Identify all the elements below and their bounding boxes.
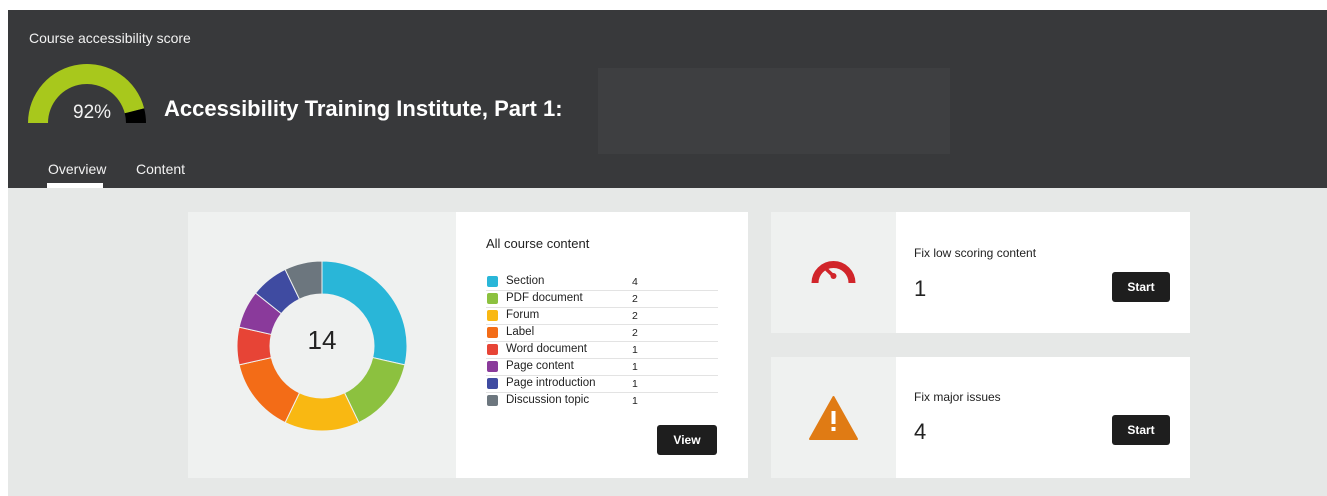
tab-content[interactable]: Content — [136, 161, 185, 177]
legend-name: PDF document — [506, 292, 583, 304]
header: Course accessibility score 92% Accessibi… — [8, 10, 1327, 188]
legend-name: Word document — [506, 343, 587, 355]
legend-swatch — [487, 344, 498, 355]
major-issues-card: Fix major issues 4 Start — [896, 357, 1190, 478]
legend-swatch — [487, 378, 498, 389]
legend-count: 1 — [632, 344, 638, 356]
legend-row-page-content: Page content 1 — [486, 359, 718, 376]
low-scoring-card: Fix low scoring content 1 Start — [896, 212, 1190, 333]
legend-name: Label — [506, 326, 535, 338]
major-issues-start-button[interactable]: Start — [1112, 415, 1170, 445]
legend-name: Section — [506, 275, 545, 287]
content-list-card: All course content Section 4 PDF document… — [456, 212, 748, 478]
total-count: 14 — [307, 325, 337, 355]
legend-row-label: Label 2 — [486, 325, 718, 342]
legend-count: 1 — [632, 378, 638, 390]
low-scoring-icon-box — [771, 212, 896, 333]
score-gauge: 92% — [26, 62, 148, 124]
legend-count: 2 — [632, 293, 638, 305]
low-scoring-count: 1 — [914, 276, 927, 301]
legend-name: Forum — [506, 309, 540, 321]
content-donut-panel: 14 — [188, 212, 456, 478]
warning-icon — [809, 396, 858, 440]
legend-row-word-document: Word document 1 — [486, 342, 718, 359]
legend-swatch — [487, 293, 498, 304]
score-label: Course accessibility score — [29, 30, 191, 46]
content-list-title: All course content — [486, 236, 590, 251]
legend-swatch — [487, 310, 498, 321]
legend-count: 1 — [632, 395, 638, 407]
legend-count: 2 — [632, 327, 638, 339]
major-issues-count: 4 — [914, 419, 927, 444]
speedometer-icon — [811, 257, 856, 284]
course-title: Accessibility Training Institute, Part 1… — [164, 96, 563, 121]
tab-overview[interactable]: Overview — [48, 161, 106, 177]
view-button[interactable]: View — [657, 425, 717, 455]
accessibility-dashboard: Course accessibility score 92% Accessibi… — [8, 10, 1327, 496]
low-scoring-title: Fix low scoring content — [914, 246, 1037, 260]
redacted-area — [598, 68, 950, 154]
legend-name: Page content — [506, 360, 574, 372]
legend-count: 1 — [632, 361, 638, 373]
low-scoring-start-button[interactable]: Start — [1112, 272, 1170, 302]
score-value: 92% — [73, 102, 112, 123]
legend-name: Discussion topic — [506, 394, 590, 406]
legend-swatch — [487, 361, 498, 372]
active-tab-indicator — [47, 183, 103, 188]
major-issues-title: Fix major issues — [914, 390, 1001, 404]
content-legend: Section 4 PDF document 2 Forum 2 Label 2 Wor… — [486, 274, 718, 409]
legend-row-page-introduction: Page introduction 1 — [486, 376, 718, 393]
legend-swatch — [487, 327, 498, 338]
major-issues-icon-box — [771, 357, 896, 478]
legend-count: 2 — [632, 310, 638, 322]
legend-swatch — [487, 276, 498, 287]
legend-name: Page introduction — [506, 377, 596, 389]
legend-row-discussion-topic: Discussion topic 1 — [486, 393, 718, 409]
legend-count: 4 — [632, 276, 638, 288]
legend-row-forum: Forum 2 — [486, 308, 718, 325]
legend-row-pdf-document: PDF document 2 — [486, 291, 718, 308]
legend-row-section: Section 4 — [486, 274, 718, 291]
legend-swatch — [487, 395, 498, 406]
